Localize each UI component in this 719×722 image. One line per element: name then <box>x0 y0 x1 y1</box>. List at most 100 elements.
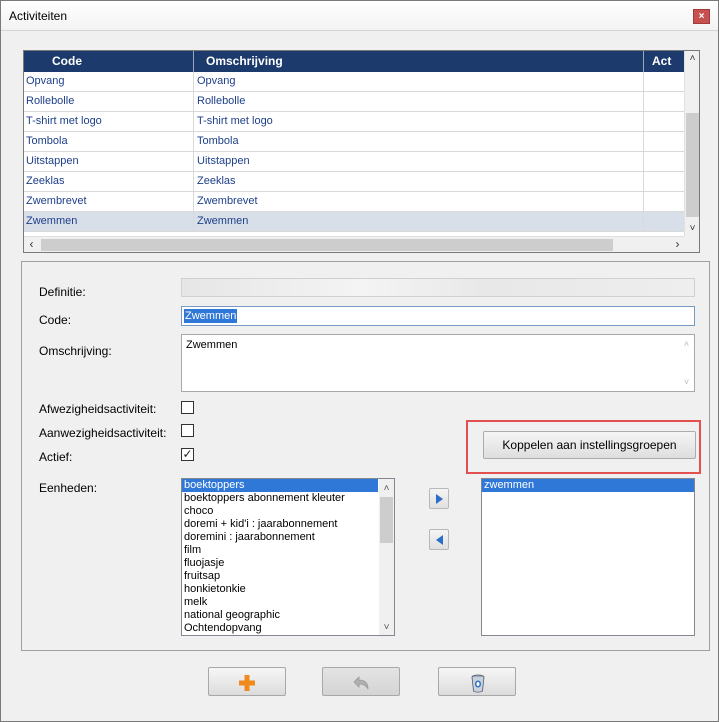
grid-vertical-scrollbar[interactable]: ˄ ˅ <box>684 51 699 236</box>
cell-code[interactable]: T-shirt met logo <box>24 112 194 131</box>
aanwezigheid-checkbox[interactable] <box>181 424 194 437</box>
afwezigheid-checkbox[interactable] <box>181 401 194 414</box>
scroll-thumb[interactable] <box>41 239 613 251</box>
omschrijving-value: Zwemmen <box>186 339 238 351</box>
scroll-right-icon[interactable]: › <box>670 237 685 252</box>
grid-header: Code Omschrijving Act <box>24 51 685 72</box>
list-item[interactable]: national geographic <box>182 609 378 622</box>
list-item[interactable]: boektoppers abonnement kleuter <box>182 492 378 505</box>
cell-omschrijving[interactable]: Zeeklas <box>194 172 644 191</box>
details-panel: Definitie: Code: Zwemmen Omschrijving: Z… <box>21 261 710 651</box>
cell-code[interactable]: Zwembrevet <box>24 192 194 211</box>
koppelen-button[interactable]: Koppelen aan instellingsgroepen <box>483 431 696 459</box>
cell-act[interactable] <box>644 112 685 131</box>
definitie-label: Definitie: <box>39 285 86 299</box>
code-value: Zwemmen <box>184 309 238 323</box>
close-button[interactable]: × <box>693 9 710 24</box>
cell-omschrijving[interactable]: Zwembrevet <box>194 192 644 211</box>
undo-icon <box>353 676 369 690</box>
cell-code[interactable]: Uitstappen <box>24 152 194 171</box>
cell-act[interactable] <box>644 72 685 91</box>
list-item[interactable]: fruitsap <box>182 570 378 583</box>
list-scrollbar[interactable]: ˄ ˅ <box>379 479 394 635</box>
cell-omschrijving[interactable]: Rollebolle <box>194 92 644 111</box>
assigned-units-items: zwemmen <box>482 479 694 492</box>
table-row[interactable]: Opvang Opvang <box>24 72 685 92</box>
table-row[interactable]: Zwemmen Zwemmen <box>24 212 685 232</box>
scroll-down-icon[interactable]: ˅ <box>685 221 700 236</box>
table-row[interactable]: Tombola Tombola <box>24 132 685 152</box>
add-button[interactable] <box>208 667 286 696</box>
textarea-scrollbar[interactable]: ˄ ˅ <box>679 335 694 391</box>
scroll-up-icon[interactable]: ˄ <box>679 339 694 349</box>
cell-act[interactable] <box>644 152 685 171</box>
scroll-down-icon[interactable]: ˅ <box>679 377 694 387</box>
scroll-down-icon[interactable]: ˅ <box>379 620 394 635</box>
cell-act[interactable] <box>644 172 685 191</box>
cell-omschrijving[interactable]: Opvang <box>194 72 644 91</box>
list-item[interactable]: boektoppers <box>182 479 378 492</box>
list-item[interactable]: melk <box>182 596 378 609</box>
list-item[interactable]: fluojasje <box>182 557 378 570</box>
code-label: Code: <box>39 313 72 327</box>
cell-omschrijving[interactable]: Tombola <box>194 132 644 151</box>
actief-checkbox[interactable]: ✓ <box>181 448 194 461</box>
grid-horizontal-scrollbar[interactable]: ‹ › <box>24 236 685 252</box>
table-row[interactable]: Rollebolle Rollebolle <box>24 92 685 112</box>
grid-body: Opvang Opvang Rollebolle Rollebolle T-shirt … <box>24 72 685 232</box>
code-input[interactable]: Zwemmen <box>181 306 695 326</box>
aanwezigheid-label: Aanwezigheidsactiviteit: <box>39 426 167 440</box>
list-item[interactable]: choco <box>182 505 378 518</box>
scroll-thumb[interactable] <box>380 497 393 543</box>
cell-code[interactable]: Zwemmen <box>24 212 194 231</box>
omschrijving-label: Omschrijving: <box>39 344 112 358</box>
cell-code[interactable]: Rollebolle <box>24 92 194 111</box>
scroll-thumb[interactable] <box>686 113 699 217</box>
cell-omschrijving[interactable]: T-shirt met logo <box>194 112 644 131</box>
list-item[interactable]: Ochtendopvang <box>182 622 378 635</box>
list-item[interactable]: honkietonkie <box>182 583 378 596</box>
table-row[interactable]: Zeeklas Zeeklas <box>24 172 685 192</box>
cell-act[interactable] <box>644 212 685 231</box>
scroll-up-icon[interactable]: ˄ <box>379 481 394 496</box>
table-row[interactable]: T-shirt met logo T-shirt met logo <box>24 112 685 132</box>
cell-act[interactable] <box>644 192 685 211</box>
assigned-units-list[interactable]: zwemmen <box>481 478 695 636</box>
column-header-code[interactable]: Code <box>24 51 194 72</box>
cell-omschrijving[interactable]: Uitstappen <box>194 152 644 171</box>
omschrijving-textarea[interactable]: Zwemmen ˄ ˅ <box>181 334 695 392</box>
activiteiten-window: Activiteiten × Code Omschrijving Act Opv… <box>0 0 719 722</box>
available-units-list[interactable]: boektoppers boektoppers abonnement kleute… <box>181 478 395 636</box>
scroll-left-icon[interactable]: ‹ <box>24 237 39 252</box>
list-item[interactable]: doremini : jaarabonnement <box>182 531 378 544</box>
cell-act[interactable] <box>644 132 685 151</box>
cell-omschrijving[interactable]: Zwemmen <box>194 212 644 231</box>
delete-button[interactable] <box>438 667 516 696</box>
column-header-act[interactable]: Act <box>644 51 685 72</box>
available-units-items: boektoppers boektoppers abonnement kleute… <box>182 479 394 635</box>
delete-icon <box>471 674 485 693</box>
table-row[interactable]: Zwembrevet Zwembrevet <box>24 192 685 212</box>
scroll-corner <box>684 236 699 252</box>
arrow-left-icon <box>436 535 443 545</box>
move-right-button[interactable] <box>429 488 449 509</box>
afwezigheid-label: Afwezigheidsactiviteit: <box>39 402 157 416</box>
column-header-omschrijving[interactable]: Omschrijving <box>194 51 644 72</box>
cell-act[interactable] <box>644 92 685 111</box>
cell-code[interactable]: Tombola <box>24 132 194 151</box>
undo-button[interactable] <box>322 667 400 696</box>
list-item[interactable]: doremi + kid'i : jaarabonnement <box>182 518 378 531</box>
move-left-button[interactable] <box>429 529 449 550</box>
scroll-up-icon[interactable]: ˄ <box>685 51 700 66</box>
activities-grid[interactable]: Code Omschrijving Act Opvang Opvang Rolleb… <box>23 50 700 253</box>
list-item[interactable]: zwemmen <box>482 479 694 492</box>
title-bar: Activiteiten × <box>1 1 718 31</box>
eenheden-label: Eenheden: <box>39 481 98 495</box>
cell-code[interactable]: Opvang <box>24 72 194 91</box>
cell-code[interactable]: Zeeklas <box>24 172 194 191</box>
list-item[interactable]: film <box>182 544 378 557</box>
actief-label: Actief: <box>39 450 73 464</box>
definitie-field <box>181 278 695 297</box>
plus-icon <box>239 675 255 691</box>
table-row[interactable]: Uitstappen Uitstappen <box>24 152 685 172</box>
